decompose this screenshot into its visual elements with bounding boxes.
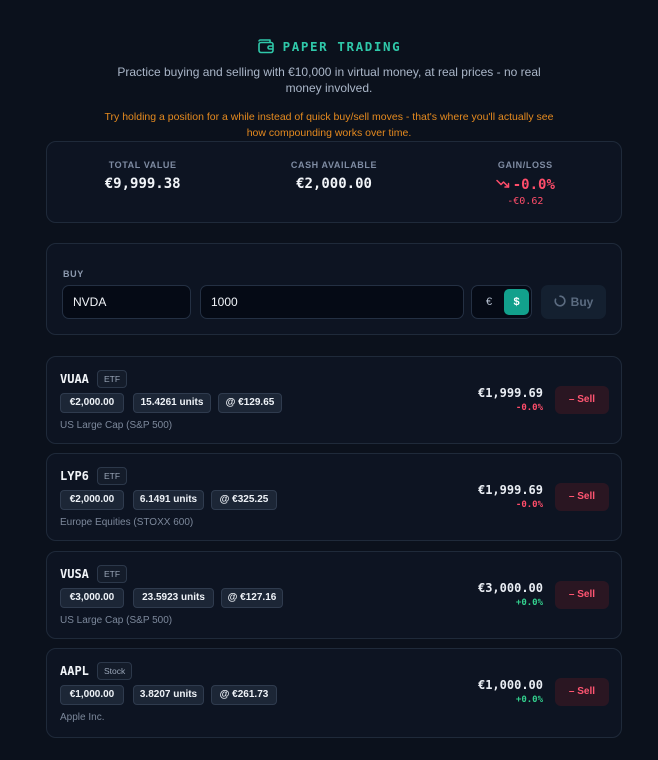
position-card-vusa: VUSA ETF €3,000.00 23.5923 units @ €127.… [46, 551, 622, 639]
sell-button[interactable]: – Sell [555, 678, 609, 706]
sell-button-label: Sell [577, 394, 596, 405]
buy-button-label: Buy [570, 295, 594, 309]
position-ticker: LYP6 [60, 469, 89, 483]
sell-button-label: Sell [577, 686, 596, 697]
position-change: +0.0% [515, 598, 543, 608]
position-change: -0.0% [515, 500, 543, 510]
currency-eur-option[interactable]: € [478, 289, 500, 315]
position-value: €1,999.69 [477, 386, 543, 400]
minus-icon: – [568, 394, 575, 405]
avg-price-chip: @ €261.73 [211, 685, 277, 705]
total-value-label: TOTAL VALUE [108, 160, 177, 170]
avg-price-chip: @ €325.25 [211, 490, 277, 510]
asset-type-badge: ETF [97, 467, 128, 485]
position-value: €1,000.00 [477, 678, 543, 692]
buy-label: BUY [63, 269, 84, 279]
sell-button-label: Sell [577, 491, 596, 502]
cash-available-label: CASH AVAILABLE [290, 160, 378, 170]
gain-loss-stat: GAIN/LOSS -0.0% -€0.62 [430, 142, 621, 222]
buy-card: BUY NVDA 1000 € $ Buy [46, 243, 622, 335]
gain-loss-label: GAIN/LOSS [497, 160, 553, 170]
position-change: +0.0% [515, 695, 543, 705]
ticker-input[interactable]: NVDA [62, 285, 191, 319]
invested-chip: €2,000.00 [60, 393, 124, 413]
title-row: PAPER TRADING [0, 36, 658, 56]
currency-usd-option[interactable]: $ [504, 289, 529, 315]
invested-chip: €2,000.00 [60, 490, 124, 510]
asset-type-badge: ETF [97, 370, 128, 388]
holding-tip: Try holding a position for a while inste… [104, 111, 554, 139]
cash-available-value: €2,000.00 [296, 176, 372, 192]
currency-toggle: € $ [471, 285, 532, 319]
avg-price-chip: @ €129.65 [218, 393, 282, 413]
buy-button[interactable]: Buy [541, 285, 606, 319]
wallet-icon [257, 38, 275, 54]
portfolio-summary-card: TOTAL VALUE €9,999.38 CASH AVAILABLE €2,… [46, 141, 622, 223]
position-change: -0.0% [515, 403, 543, 413]
units-chip: 3.8207 units [133, 685, 204, 705]
gain-loss-percent: -0.0% [512, 177, 555, 193]
position-description: US Large Cap (S&P 500) [60, 420, 173, 431]
position-ticker: AAPL [60, 664, 89, 678]
position-ticker: VUSA [60, 567, 89, 581]
gain-loss-absolute: -€0.62 [507, 196, 544, 207]
total-value: €9,999.38 [104, 176, 181, 192]
position-card-aapl: AAPL Stock €1,000.00 3.8207 units @ €261… [46, 648, 622, 738]
position-description: Europe Equities (STOXX 600) [60, 517, 194, 528]
avg-price-chip: @ €127.16 [221, 588, 283, 608]
page-subtitle: Practice buying and selling with €10,000… [117, 65, 541, 95]
sell-button[interactable]: – Sell [555, 581, 609, 609]
asset-type-badge: Stock [97, 662, 133, 680]
amount-input[interactable]: 1000 [200, 285, 464, 319]
units-chip: 6.1491 units [133, 490, 204, 510]
position-description: Apple Inc. [60, 712, 105, 723]
page-header: PAPER TRADING Practice buying and sellin… [0, 36, 658, 141]
gain-loss-wrap: -0.0% -€0.62 [430, 176, 621, 207]
minus-icon: – [568, 686, 575, 697]
position-value: €1,999.69 [477, 483, 543, 497]
cash-available-stat: CASH AVAILABLE €2,000.00 [238, 142, 429, 222]
position-card-vuaa: VUAA ETF €2,000.00 15.4261 units @ €129.… [46, 356, 622, 444]
position-description: US Large Cap (S&P 500) [60, 615, 173, 626]
invested-chip: €1,000.00 [60, 685, 124, 705]
gain-loss-row: -0.0% [430, 176, 621, 194]
asset-type-badge: ETF [97, 565, 128, 583]
position-value: €3,000.00 [477, 581, 543, 595]
loading-spinner-icon [554, 294, 566, 310]
position-ticker: VUAA [60, 372, 89, 386]
sell-button[interactable]: – Sell [555, 483, 609, 511]
minus-icon: – [568, 589, 575, 600]
sell-button-label: Sell [577, 589, 596, 600]
position-card-lyp6: LYP6 ETF €2,000.00 6.1491 units @ €325.2… [46, 453, 622, 541]
sell-button[interactable]: – Sell [555, 386, 609, 414]
invested-chip: €3,000.00 [60, 588, 124, 608]
total-value-stat: TOTAL VALUE €9,999.38 [47, 142, 238, 222]
page-title: PAPER TRADING [282, 38, 402, 54]
units-chip: 15.4261 units [133, 393, 211, 413]
trending-down-icon [495, 176, 510, 194]
minus-icon: – [568, 491, 575, 502]
units-chip: 23.5923 units [133, 588, 214, 608]
